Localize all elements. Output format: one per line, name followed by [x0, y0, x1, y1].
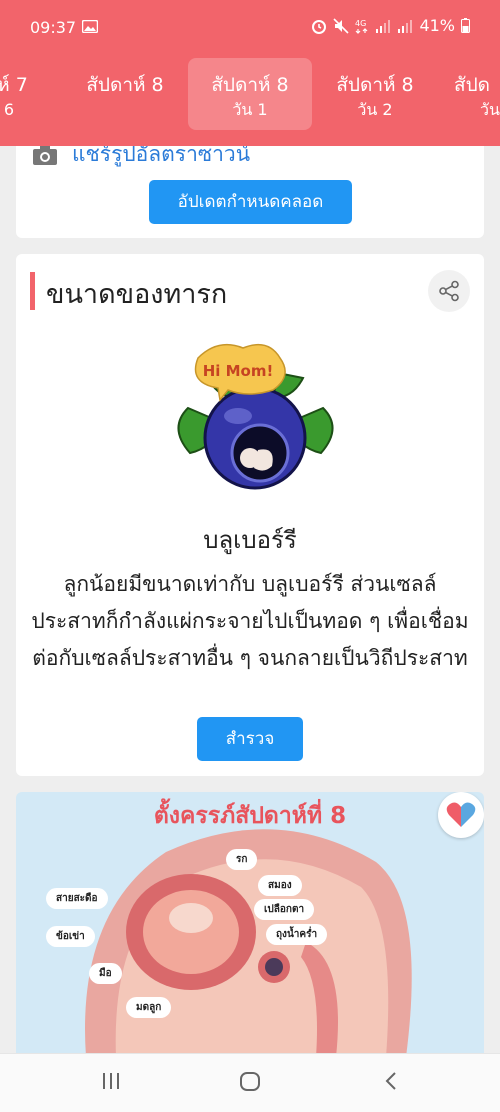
tab-week-8-day-3[interactable]: สัปด วัน [438, 58, 500, 130]
blueberry-illustration: Hi Mom! [177, 343, 334, 490]
tab-day-label: วัน 2 [357, 100, 393, 119]
back-icon[interactable] [382, 1070, 400, 1092]
label-knee: ข้อเข่า [46, 926, 95, 947]
status-bar: 09:37 4G 41% [0, 0, 500, 58]
image-icon [82, 20, 98, 33]
battery-icon [461, 18, 470, 33]
tab-week-label: สัปด [454, 74, 490, 96]
svg-text:4G: 4G [355, 19, 366, 28]
home-icon[interactable] [239, 1070, 261, 1092]
share-icon [439, 280, 459, 302]
signal-icon [376, 19, 391, 33]
status-time: 09:37 [30, 18, 77, 37]
alarm-icon [312, 19, 327, 34]
baby-size-description: ลูกน้อยมีขนาดเท่ากับ บลูเบอร์รี ส่วนเซลล… [31, 572, 469, 670]
label-brain: สมอง [258, 875, 302, 896]
tab-day-label: วัน [480, 100, 500, 119]
label-umbilical-cord: สายสะดือ [46, 888, 108, 909]
tab-week-label: สัปดาห์ 8 [211, 74, 289, 96]
tab-day-label: น 6 [0, 100, 15, 119]
camera-icon [33, 144, 57, 165]
tab-day-label: วัน 1 [232, 100, 268, 119]
tab-week-label: สัปดาห์ 8 [336, 74, 414, 96]
system-nav-bar [0, 1053, 500, 1112]
tab-week-7-day-6[interactable]: ดาห์ 7 น 6 [0, 58, 63, 130]
fruit-name: บลูเบอร์รี [203, 526, 297, 554]
pregnancy-illustration-card: ตั้งครรภ์สัปดาห์ที่ 8 รก สมอง สายสะดือ เ… [16, 792, 484, 1057]
tab-week-8[interactable]: สัปดาห์ 8 [63, 58, 187, 130]
label-placenta: รก [226, 849, 258, 870]
4g-icon: 4G [355, 19, 368, 34]
section-title: ขนาดของทารก [46, 279, 228, 310]
uterus-illustration [85, 829, 412, 1057]
tab-week-label: ดาห์ 7 [0, 74, 28, 96]
label-uterus: มดลูก [126, 997, 172, 1018]
week-tab-bar: ดาห์ 7 น 6 สัปดาห์ 8 สัปดาห์ 8 วัน 1 สัป… [0, 58, 500, 146]
recent-apps-icon[interactable] [100, 1070, 122, 1092]
update-due-date-button[interactable]: อัปเดตกำหนดคลอด [149, 180, 352, 224]
label-eyelid: เปลือกตา [254, 899, 315, 920]
label-hand: มือ [89, 963, 122, 984]
explore-button[interactable]: สำรวจ [197, 717, 303, 761]
label-amniotic-sac: ถุงน้ำคร่ำ [266, 924, 328, 945]
speech-bubble-text: Hi Mom! [203, 362, 274, 380]
signal-icon [398, 19, 413, 33]
tab-week-label: สัปดาห์ 8 [86, 74, 164, 96]
tab-week-8-day-1[interactable]: สัปดาห์ 8 วัน 1 [188, 58, 312, 130]
section-accent-bar [30, 272, 35, 310]
baby-size-card: ขนาดของทารก Hi Mom! บลูเบอร์รี ลูกน้อยมี… [16, 254, 484, 776]
share-button[interactable] [428, 270, 470, 312]
mute-icon [333, 17, 350, 34]
tab-week-8-day-2[interactable]: สัปดาห์ 8 วัน 2 [313, 58, 437, 130]
battery-percent: 41% [419, 16, 455, 35]
